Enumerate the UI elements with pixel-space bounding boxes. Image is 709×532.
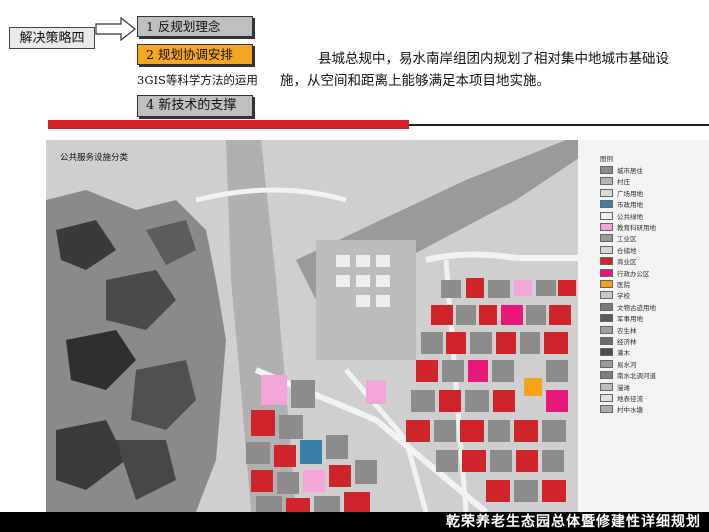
- legend-label: 文物古迹用地: [617, 303, 656, 312]
- legend-item: 广场用地: [600, 188, 643, 198]
- map-legend: [578, 140, 709, 512]
- legend-swatch: [600, 382, 613, 391]
- legend-label: 广场用地: [617, 189, 643, 198]
- legend-item: 市政用地: [600, 200, 643, 210]
- map-title: 公共服务设施分类: [60, 153, 129, 163]
- legend-item: 易水河: [600, 359, 637, 369]
- arrow-right-icon: [95, 16, 136, 42]
- legend-item: 城市居住: [600, 166, 643, 175]
- legend-swatch: [600, 188, 613, 197]
- legend-label: 南水北调河道: [617, 372, 656, 381]
- legend-label: 工业区: [617, 235, 637, 244]
- legend-item: 商业区: [600, 257, 637, 267]
- legend-swatch: [600, 405, 613, 414]
- legend-label: 农生林: [617, 326, 637, 335]
- legend-label: 商业区: [617, 258, 637, 267]
- legend-label: 行政办公区: [617, 269, 650, 278]
- legend-item: 教育科研用地: [600, 223, 656, 232]
- legend-item: 仓储地: [600, 245, 637, 255]
- legend-swatch: [600, 234, 613, 243]
- legend-label: 医院: [617, 281, 630, 289]
- legend-item: 医院: [600, 280, 630, 289]
- legend-swatch: [600, 245, 613, 254]
- legend-swatch: [600, 268, 613, 277]
- legend-item: 漫滩: [600, 382, 630, 392]
- legend-swatch: [600, 394, 613, 402]
- legend-swatch: [600, 314, 613, 323]
- legend-swatch: [600, 177, 613, 186]
- legend-swatch: [600, 348, 613, 357]
- legend-swatch: [600, 211, 613, 220]
- legend-label: 城市居住: [617, 167, 643, 175]
- legend-label: 村中水塘: [617, 406, 643, 415]
- legend-swatch: [600, 280, 613, 288]
- legend-item: 工业区: [600, 234, 637, 244]
- legend-swatch: [600, 371, 613, 380]
- legend-label: 市政用地: [617, 201, 643, 210]
- legend-label: 漫滩: [617, 383, 630, 392]
- step-new-technology[interactable]: 4 新技术的支撑: [137, 95, 253, 117]
- footer-bar: 乾荣养老生态园总体暨修建性详细规划: [0, 512, 709, 532]
- step-coordination[interactable]: 2 规划协调安排: [137, 44, 253, 65]
- legend-label: 灌木: [617, 349, 630, 358]
- divider-black: [409, 124, 709, 126]
- legend-label: 学校: [617, 292, 630, 301]
- legend-swatch: [600, 337, 613, 345]
- legend-swatch: [600, 302, 613, 311]
- legend-item: 军事用地: [600, 314, 643, 324]
- legend-title: 图例: [600, 155, 613, 163]
- legend-label: 军事用地: [617, 315, 643, 324]
- strategy-label: 解决策略四: [9, 27, 95, 49]
- legend-item: 村庄: [600, 177, 630, 187]
- legend-item: 行政办公区: [600, 268, 650, 278]
- legend-swatch: [600, 291, 613, 300]
- legend-label: 易水河: [617, 360, 637, 369]
- step-gis-methods[interactable]: 3GIS等科学方法的运用: [137, 71, 267, 89]
- divider-red: [48, 120, 409, 129]
- legend-label: 教育科研用地: [617, 224, 656, 232]
- legend-item: 学校: [600, 291, 630, 301]
- legend-label: 地表径流: [617, 395, 643, 403]
- legend-item: 经济林: [600, 337, 637, 346]
- legend-swatch: [600, 166, 613, 174]
- legend-item: 灌木: [600, 348, 630, 358]
- legend-label: 经济林: [617, 338, 637, 346]
- legend-swatch: [600, 359, 613, 368]
- footer-title: 乾荣养老生态园总体暨修建性详细规划: [446, 514, 701, 530]
- legend-swatch: [600, 223, 613, 231]
- legend-swatch: [600, 325, 613, 334]
- legend-item: 公共绿地: [600, 211, 643, 221]
- legend-swatch: [600, 200, 613, 209]
- legend-item: 文物古迹用地: [600, 302, 656, 312]
- legend-label: 仓储地: [617, 246, 637, 255]
- legend-item: 南水北调河道: [600, 371, 656, 381]
- legend-swatch: [600, 257, 613, 266]
- legend-label: 公共绿地: [617, 212, 643, 221]
- legend-item: 农生林: [600, 325, 637, 335]
- legend-label: 村庄: [617, 178, 630, 187]
- description-text: 县城总规中，易水南岸组团内规划了相对集中地城市基础设施，从空间和距离上能够满足本…: [280, 51, 669, 89]
- legend-item: 地表径流: [600, 394, 643, 403]
- step-anti-planning[interactable]: 1 反规划理念: [137, 16, 253, 37]
- legend-item: 村中水塘: [600, 405, 643, 415]
